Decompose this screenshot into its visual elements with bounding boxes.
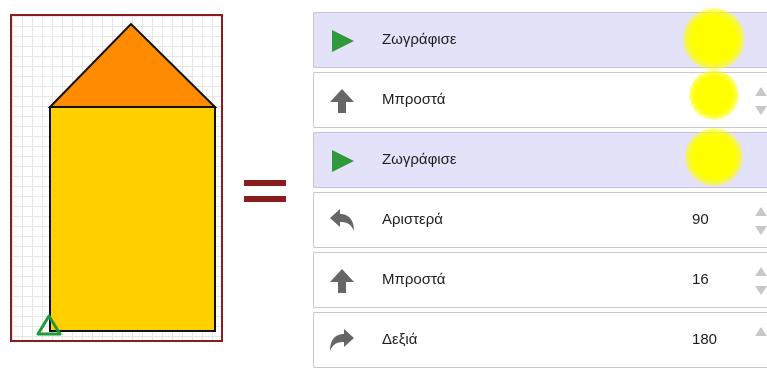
highlight-marker (689, 70, 739, 120)
arrow-up-icon (330, 89, 354, 113)
turn-left-icon (330, 209, 354, 231)
value-spinner[interactable] (752, 83, 767, 119)
arrow-up-icon (330, 269, 354, 293)
code-blocks: Ζωγράφισε Μπροστά Ζωγράφισε Αριστερά 90 (313, 0, 767, 368)
block-value[interactable]: 180 (692, 331, 717, 348)
turtle-canvas (10, 14, 223, 342)
block-forward[interactable]: Μπροστά 16 (313, 252, 767, 308)
play-icon (332, 150, 354, 172)
value-spinner[interactable] (752, 323, 767, 359)
house-wall (49, 106, 216, 332)
block-label: Μπροστά (382, 271, 446, 288)
block-turn-left[interactable]: Αριστερά 90 (313, 192, 767, 248)
block-label: Αριστερά (382, 211, 443, 228)
equals-sign (244, 180, 286, 204)
highlight-marker (683, 8, 745, 70)
block-label: Ζωγράφισε (382, 151, 457, 168)
block-value[interactable]: 90 (692, 211, 709, 228)
play-icon (332, 30, 354, 52)
value-spinner[interactable] (752, 263, 767, 299)
block-label: Μπροστά (382, 91, 446, 108)
block-value[interactable]: 16 (692, 271, 709, 288)
drawing (36, 22, 218, 336)
roof-triangle (47, 22, 218, 108)
value-spinner[interactable] (752, 203, 767, 239)
turn-right-icon (330, 329, 354, 351)
block-label: Ζωγράφισε (382, 31, 457, 48)
block-label: Δεξιά (382, 331, 418, 348)
highlight-marker (685, 128, 743, 186)
